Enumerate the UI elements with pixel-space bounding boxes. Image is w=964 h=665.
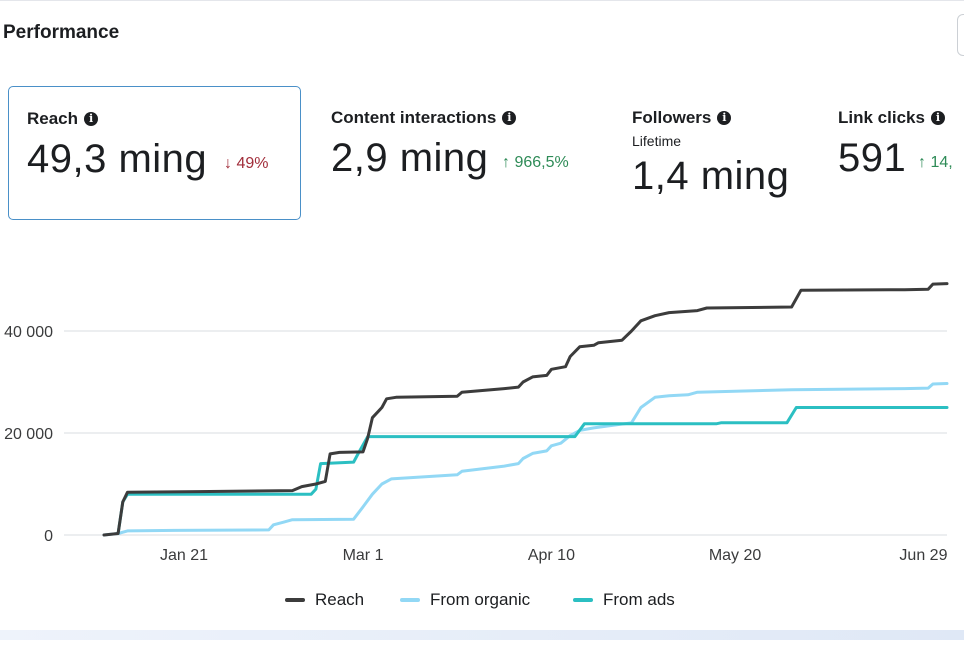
bottom-strip: [0, 630, 964, 640]
metric-sublabel-followers: Lifetime: [632, 133, 682, 149]
arrow-down-icon: ↓: [224, 155, 232, 172]
metric-value-followers: 1,4 ming: [632, 154, 790, 198]
legend-swatch-organic: [400, 598, 420, 602]
metric-card-followers[interactable]: Followers i Lifetime 1,4 ming: [622, 86, 822, 220]
legend-swatch-ads: [573, 598, 593, 602]
top-divider: [0, 0, 964, 1]
x-tick-label: Jan 21: [160, 547, 208, 564]
metric-change-reach: ↓ 49%: [224, 155, 269, 172]
metric-change-link-clicks: ↑ 14,: [918, 154, 953, 171]
legend-item-organic[interactable]: From organic: [400, 590, 530, 610]
legend-item-reach[interactable]: Reach: [285, 590, 364, 610]
y-tick-label: 0: [44, 528, 53, 545]
x-tick-label: Jun 29: [899, 547, 947, 564]
metric-label-content-interactions: Content interactions i: [331, 108, 517, 128]
chart-legend: Reach From organic From ads: [0, 590, 964, 612]
x-tick-label: May 20: [709, 547, 762, 564]
arrow-up-icon: ↑: [918, 154, 926, 171]
metric-value-content-interactions: 2,9 ming: [331, 136, 489, 180]
legend-swatch-reach: [285, 598, 305, 602]
metric-value-reach: 49,3 ming: [27, 137, 208, 181]
legend-item-ads[interactable]: From ads: [573, 590, 675, 610]
series-line-reach: [102, 282, 949, 537]
metric-change-content-interactions: ↑ 966,5%: [502, 154, 569, 171]
info-icon[interactable]: i: [84, 112, 99, 126]
metric-label-reach: Reach i: [27, 109, 99, 129]
date-range-button[interactable]: [957, 14, 964, 56]
reach-line-chart: 0 20 000 40 000 Jan 21 Mar 1 Apr 10 May 20 Jun …: [4, 282, 949, 564]
x-tick-label: Mar 1: [343, 547, 384, 564]
metric-card-reach[interactable]: Reach i 49,3 ming ↓ 49%: [8, 86, 301, 220]
metric-card-link-clicks[interactable]: Link clicks i 591 ↑ 14,: [828, 86, 964, 220]
info-icon[interactable]: i: [502, 111, 517, 125]
metric-card-content-interactions[interactable]: Content interactions i 2,9 ming ↑ 966,5%: [322, 86, 612, 220]
x-tick-label: Apr 10: [528, 547, 575, 564]
info-icon[interactable]: i: [717, 111, 732, 125]
arrow-up-icon: ↑: [502, 154, 510, 171]
metric-label-link-clicks: Link clicks i: [838, 108, 945, 128]
y-tick-label: 20 000: [4, 426, 53, 443]
page-title: Performance: [3, 22, 120, 43]
info-icon[interactable]: i: [930, 111, 945, 125]
metric-label-followers: Followers i: [632, 108, 732, 128]
series-line-from-ads: [116, 406, 949, 535]
metric-value-link-clicks: 591: [838, 136, 907, 180]
y-tick-label: 40 000: [4, 324, 53, 341]
